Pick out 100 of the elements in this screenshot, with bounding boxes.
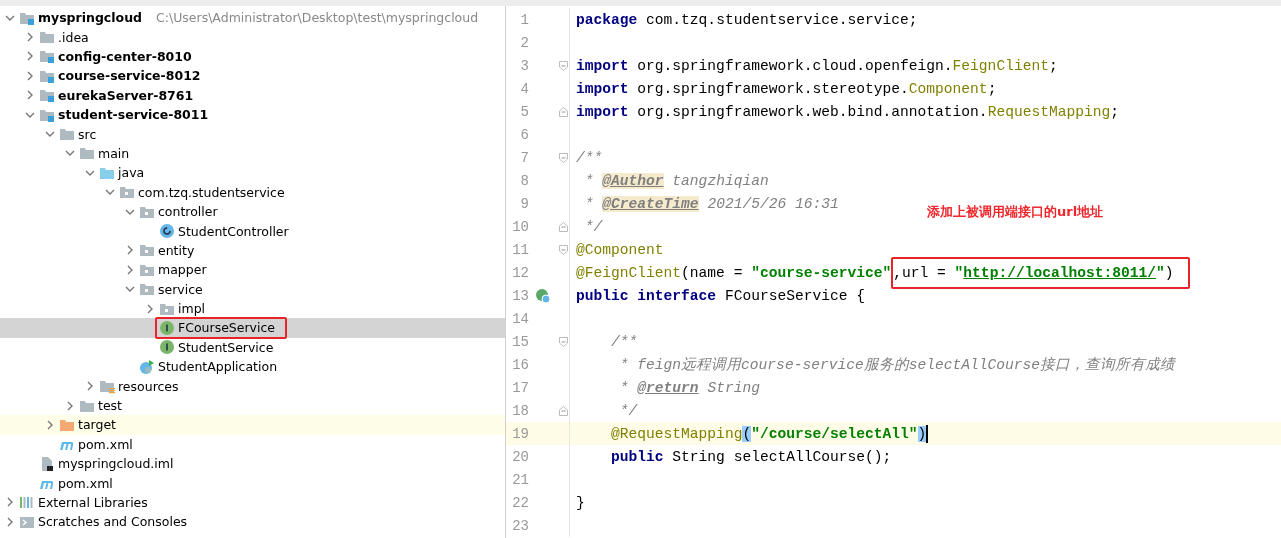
module-folder-icon: [39, 87, 55, 104]
folder-icon: [79, 145, 95, 162]
keyword: public: [610, 448, 664, 465]
code-text: org.springframework.stereotype.: [636, 80, 909, 97]
tree-item[interactable]: main: [0, 143, 505, 164]
tree-item[interactable]: student-service-8011: [0, 104, 505, 125]
chevron-icon[interactable]: [25, 51, 35, 62]
tree-item[interactable]: FCourseService: [0, 318, 505, 338]
chevron-icon[interactable]: [25, 70, 35, 81]
tree-item[interactable]: mapper: [0, 260, 505, 280]
doc-tag: @return: [637, 379, 699, 396]
item-label: course-service-8012: [58, 68, 201, 84]
tree-item[interactable]: pom.xml: [0, 473, 505, 493]
chevron-icon[interactable]: [5, 516, 15, 527]
tree-item[interactable]: controller: [0, 201, 505, 222]
tree-item[interactable]: course-service-8012: [0, 66, 505, 86]
tree-item[interactable]: myspringcloud.iml: [0, 454, 505, 474]
item-label: pom.xml: [78, 436, 133, 452]
annotation: RequestMapping: [987, 103, 1111, 120]
item-label: controller: [158, 204, 218, 220]
item-label: .idea: [58, 29, 89, 45]
chevron-icon[interactable]: [5, 497, 15, 508]
text-cursor: [926, 424, 929, 443]
code-text: ,url =: [893, 264, 947, 281]
annotation: FeignClient: [952, 57, 1049, 74]
code-text: ;: [1110, 103, 1119, 120]
chevron-icon[interactable]: [85, 381, 95, 392]
comment: /**: [610, 333, 638, 350]
line-number: 18: [511, 402, 529, 419]
tree-item[interactable]: StudentApplication: [0, 357, 505, 377]
tree-item[interactable]: src: [0, 124, 505, 144]
package-folder-icon: [119, 184, 135, 201]
tree-item[interactable]: com.tzq.studentservice: [0, 182, 505, 202]
tree-item[interactable]: myspringcloud C:\Users\Administrator\Desktop\test\myspringcloud: [0, 8, 505, 28]
chevron-icon[interactable]: [125, 264, 135, 275]
tree-item[interactable]: .idea: [0, 27, 505, 47]
tree-item[interactable]: target: [0, 415, 505, 435]
tree-item[interactable]: External Libraries: [0, 492, 505, 513]
chevron-icon[interactable]: [65, 400, 75, 411]
chevron-icon[interactable]: [125, 245, 135, 256]
tree-item[interactable]: entity: [0, 240, 505, 261]
line-number: 11: [511, 241, 529, 258]
line-number: 9: [519, 195, 529, 212]
code-text: org.springframework.web.bind.annotation.: [636, 103, 988, 120]
resources-folder-icon: [99, 378, 115, 395]
code-text: String selectAllCourse();: [671, 448, 892, 465]
chevron-icon[interactable]: [45, 419, 55, 430]
tree-item[interactable]: StudentService: [0, 337, 505, 358]
code-text: FCourseService {: [723, 287, 865, 304]
code-text: org.springframework.cloud.openfeign.: [636, 57, 953, 74]
annotation: @Component: [576, 241, 664, 258]
fold-marker-icon[interactable]: [558, 221, 568, 232]
tree-item[interactable]: service: [0, 279, 505, 299]
fold-marker-icon[interactable]: [558, 106, 568, 117]
fold-marker-icon[interactable]: [558, 152, 568, 163]
line-number: 15: [511, 333, 529, 350]
tree-item[interactable]: StudentController: [0, 221, 505, 241]
matched-brace: ): [917, 425, 927, 442]
comment: 2021/5/26 16:31: [706, 195, 839, 212]
comment: * feign远程调用course-service服务的selectAllCourse接口，查询所有成绩: [618, 356, 1176, 374]
item-label: External Libraries: [38, 494, 148, 510]
tree-item[interactable]: eurekaServer-8761: [0, 85, 505, 105]
code-text: com.tzq.studentservice.service;: [645, 11, 918, 28]
line-number: 17: [511, 379, 529, 396]
tree-item[interactable]: pom.xml: [0, 434, 505, 454]
tree-item[interactable]: config-center-8010: [0, 46, 505, 67]
item-label: mapper: [158, 262, 207, 278]
string-literal: ": [1156, 264, 1165, 281]
line-number: 19: [511, 425, 529, 442]
tree-item[interactable]: test: [0, 395, 505, 416]
interface-icon: [159, 339, 175, 356]
item-label: pom.xml: [58, 475, 113, 491]
fold-marker-icon[interactable]: [558, 244, 568, 255]
line-number: 8: [519, 172, 529, 189]
tree-item[interactable]: java: [0, 163, 505, 183]
comment: *: [583, 195, 595, 212]
fold-marker-icon[interactable]: [558, 60, 568, 71]
chevron-icon[interactable]: [25, 90, 35, 101]
string-literal: "/course/selectAll": [751, 425, 918, 442]
line-number: 13: [511, 287, 529, 304]
item-label: main: [98, 145, 130, 161]
item-label: java: [118, 165, 145, 181]
implemented-marker-icon[interactable]: [535, 287, 551, 304]
item-label: FCourseService: [178, 320, 276, 336]
project-path: C:\Users\Administrator\Desktop\test\myspringcloud: [156, 10, 479, 26]
fold-marker-icon[interactable]: [558, 405, 568, 416]
line-number: 7: [519, 149, 529, 166]
tree-item[interactable]: resources: [0, 376, 505, 396]
chevron-icon[interactable]: [145, 303, 155, 314]
tree-item[interactable]: impl: [0, 298, 505, 319]
code-text: ): [1164, 264, 1174, 281]
tree-item[interactable]: Scratches and Consoles: [0, 512, 505, 532]
fold-marker-icon[interactable]: [558, 336, 568, 347]
chevron-icon[interactable]: [25, 32, 35, 43]
item-label: test: [98, 398, 122, 413]
url-literal: http://localhost:8011/: [963, 264, 1157, 281]
item-label: impl: [178, 301, 206, 317]
item-label: config-center-8010: [58, 49, 192, 64]
item-label: entity: [158, 242, 195, 258]
comment: *: [618, 379, 630, 396]
